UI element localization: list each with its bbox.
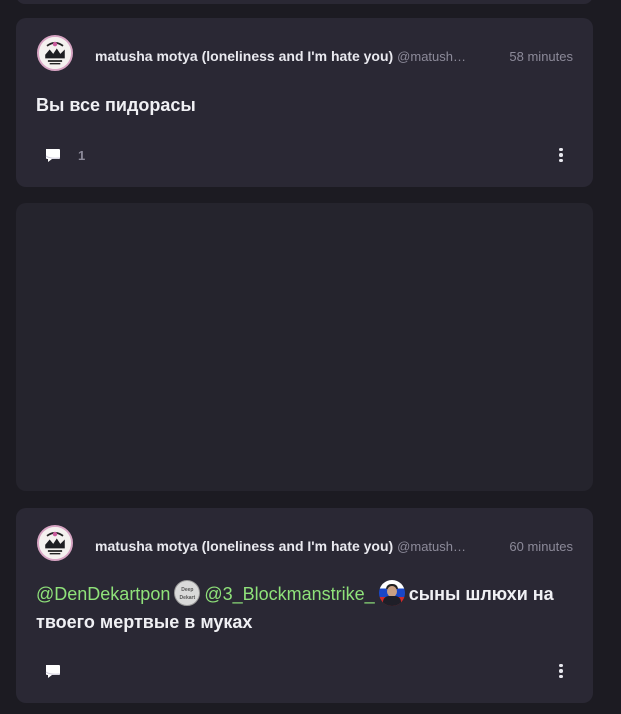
mention-avatar: Deep Dekart [174, 580, 201, 607]
mention-link[interactable]: @DenDekartpon [36, 584, 170, 604]
post-header: matusha motya (loneliness and I'm hate y… [95, 538, 573, 554]
media-placeholder [16, 203, 593, 491]
post-text: Вы все пидорасы [36, 95, 196, 115]
previous-post-card [16, 0, 593, 4]
more-vertical-icon[interactable] [557, 147, 565, 163]
author-name[interactable]: matusha motya (loneliness and I'm hate y… [95, 538, 393, 554]
avatar[interactable] [37, 35, 73, 71]
author-name[interactable]: matusha motya (loneliness and I'm hate y… [95, 48, 393, 64]
comment-icon[interactable] [44, 147, 62, 163]
avatar-icon [39, 527, 71, 559]
post-time[interactable]: 58 minutes [509, 49, 573, 64]
post-actions [44, 663, 565, 679]
post-actions: 1 [44, 147, 565, 163]
mention-avatar [378, 580, 405, 607]
post-card[interactable]: matusha motya (loneliness and I'm hate y… [16, 18, 593, 187]
avatar[interactable] [37, 525, 73, 561]
author-handle[interactable]: @matusha... [397, 49, 470, 64]
post-time[interactable]: 60 minutes [509, 539, 573, 554]
post-text: @DenDekartpon Deep Dekart @3_Blockmanstrike… [36, 580, 573, 636]
author-handle[interactable]: @matusha... [397, 539, 470, 554]
avatar-icon [39, 37, 71, 69]
post-header: matusha motya (loneliness and I'm hate y… [95, 48, 573, 64]
comment-icon[interactable] [44, 663, 62, 679]
post-card[interactable]: matusha motya (loneliness and I'm hate y… [16, 508, 593, 703]
mention-link[interactable]: @3_Blockmanstrike_ [204, 584, 374, 604]
comment-count: 1 [78, 147, 86, 163]
more-vertical-icon[interactable] [557, 663, 565, 679]
